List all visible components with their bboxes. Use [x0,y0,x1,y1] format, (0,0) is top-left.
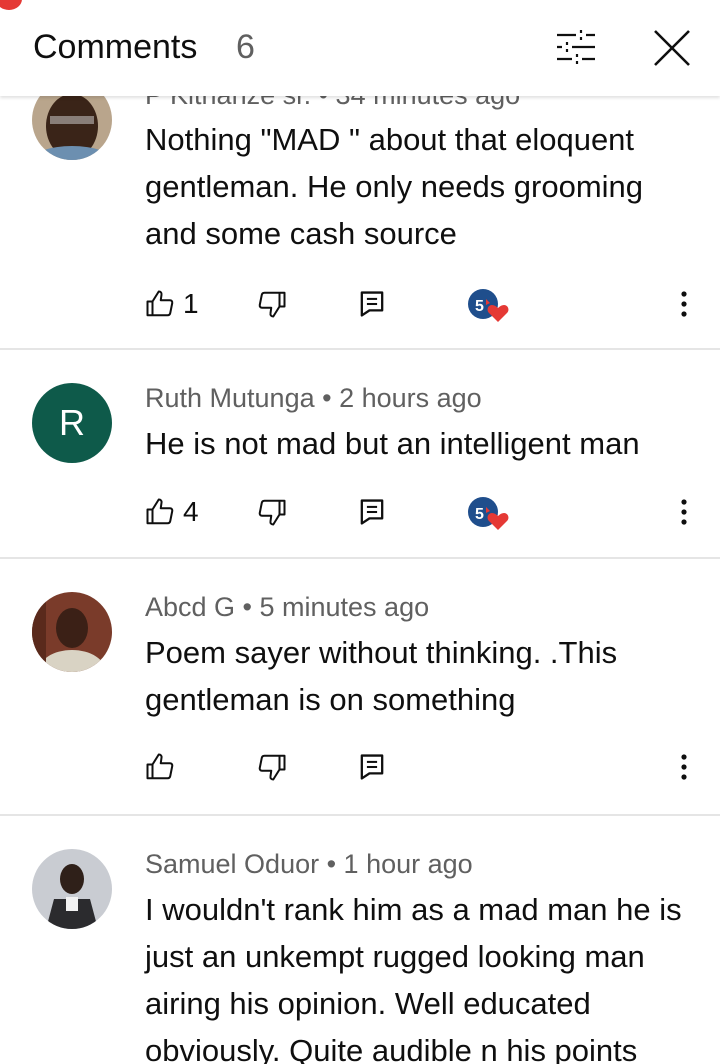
comment-text: He is not mad but an intelligent man [145,426,640,461]
more-options-button[interactable] [672,747,696,787]
reply-icon [360,499,384,525]
thumbs-down-icon [258,291,286,318]
like-button[interactable] [145,747,175,787]
thumbs-down-icon [258,754,286,781]
sort-filter-button[interactable] [553,27,599,67]
comment-meta: Ruth Mutunga • 2 hours ago [145,383,482,413]
comments-list[interactable]: P Kithanze sr. • 34 minutes ago Nothing … [0,0,720,1064]
close-button[interactable] [650,26,694,70]
dislike-button[interactable] [257,747,287,787]
comment-count: 6 [236,28,255,66]
like-count: 1 [183,288,199,319]
like-count: 4 [183,496,199,527]
creator-heart-badge: 5 [466,286,510,326]
more-vert-icon [681,754,687,780]
more-options-button[interactable] [672,284,696,324]
thumbs-down-icon [258,499,286,526]
comment-meta: Abcd G • 5 minutes ago [145,592,430,622]
dislike-button[interactable] [257,284,287,324]
more-options-button[interactable] [672,492,696,532]
tune-icon [557,30,595,64]
user-photo-icon [32,592,112,672]
like-button[interactable]: 1 [145,284,199,324]
more-vert-icon [681,291,687,317]
user-photo-icon [32,849,112,929]
comment-item: P Kithanze sr. • 34 minutes ago Nothing … [0,60,720,350]
comment-actions: 4 5 [0,492,720,532]
creator-heart-badge: 5 [466,494,510,534]
comment-text: Nothing "MAD " about that eloquent gentl… [145,122,644,251]
reply-icon [360,754,384,780]
reply-button[interactable] [359,492,385,532]
comment-text: Poem sayer without thinking. .This gentl… [145,635,618,717]
comments-header: Comments 6 [0,0,720,96]
thumbs-up-icon [146,498,174,525]
creator-heart-icon: 5 [468,289,509,322]
comment-actions [0,747,720,787]
comment-meta: Samuel Oduor • 1 hour ago [145,849,473,879]
comment-item: Samuel Oduor • 1 hour ago I wouldn't ran… [0,816,720,1064]
avatar[interactable] [32,849,112,929]
reply-icon [360,291,384,317]
dislike-button[interactable] [257,492,287,532]
comment-item: Abcd G • 5 minutes ago Poem sayer withou… [0,559,720,816]
close-icon [654,30,690,66]
comment-item: R Ruth Mutunga • 2 hours ago He is not m… [0,350,720,559]
avatar[interactable]: R [32,383,112,463]
more-vert-icon [681,499,687,525]
like-button[interactable]: 4 [145,492,199,532]
comment-text: I wouldn't rank him as a mad man he is j… [145,892,682,1064]
svg-text:5: 5 [475,506,484,523]
svg-text:5: 5 [475,298,484,315]
page-title: Comments [33,28,198,66]
reply-button[interactable] [359,284,385,324]
comment-actions: 1 5 [0,284,720,324]
thumbs-up-icon [146,753,174,780]
reply-button[interactable] [359,747,385,787]
thumbs-up-icon [146,290,174,317]
creator-heart-icon: 5 [468,497,509,530]
avatar[interactable] [32,592,112,672]
